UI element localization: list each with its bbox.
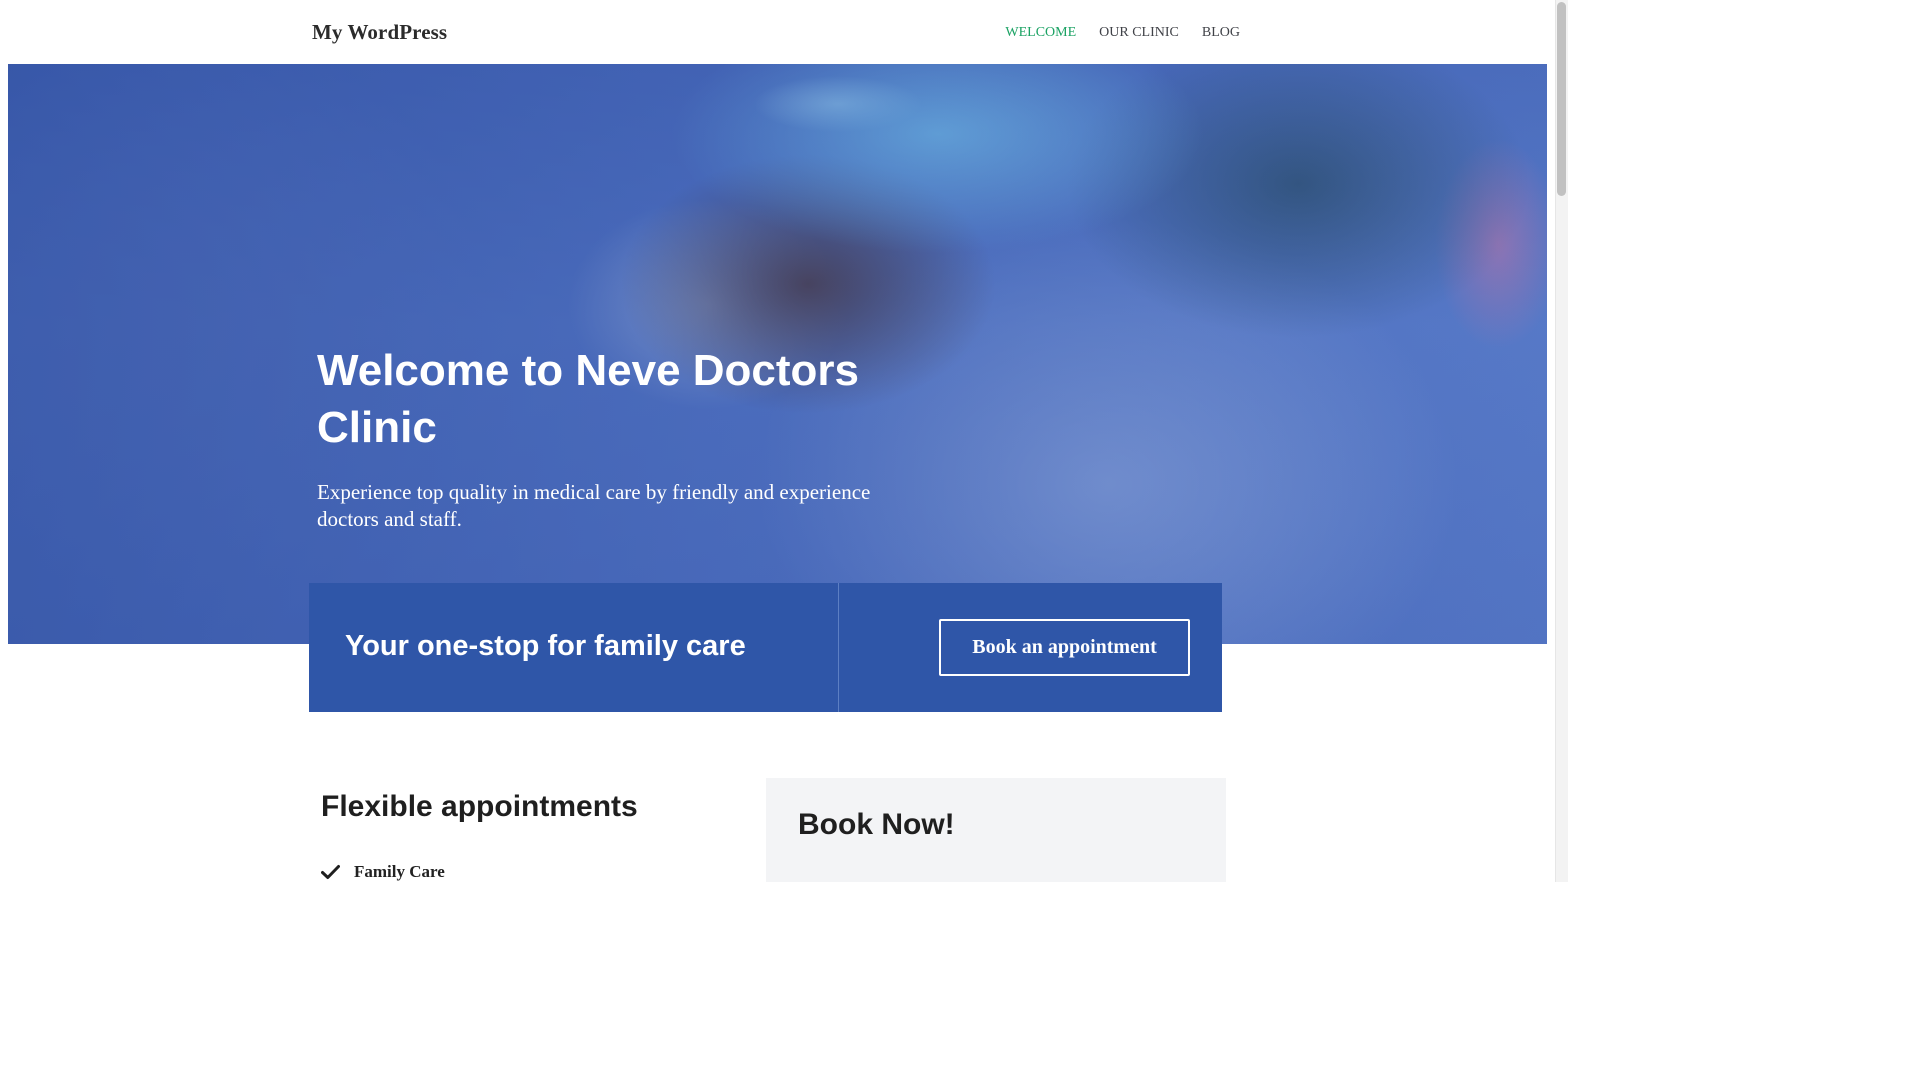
page: My WordPress WELCOME OUR CLINIC BLOG Wel…	[0, 0, 1568, 882]
hero-subtitle: Experience top quality in medical care b…	[317, 480, 871, 531]
feature-item-family-care: Family Care	[321, 862, 445, 882]
book-card-title: Book Now!	[798, 808, 955, 841]
hero-section: Welcome to Neve Doctors Clinic Experienc…	[8, 64, 1547, 644]
book-appointment-button[interactable]: Book an appointment	[939, 619, 1190, 676]
banner-divider	[838, 583, 839, 712]
features-title: Flexible appointments	[321, 790, 638, 823]
primary-nav: WELCOME OUR CLINIC BLOG	[1005, 25, 1240, 41]
feature-label: Family Care	[354, 862, 445, 881]
nav-item-our-clinic[interactable]: OUR CLINIC	[1099, 25, 1179, 41]
family-care-banner: Your one-stop for family care Book an ap…	[309, 583, 1222, 712]
nav-item-welcome[interactable]: WELCOME	[1005, 25, 1076, 41]
hero-title: Welcome to Neve Doctors Clinic	[317, 346, 860, 452]
banner-text: Your one-stop for family care	[345, 630, 746, 662]
nav-item-blog[interactable]: BLOG	[1202, 25, 1240, 41]
site-header: My WordPress WELCOME OUR CLINIC BLOG	[0, 0, 1555, 64]
scrollbar-thumb[interactable]	[1557, 2, 1566, 196]
check-icon	[321, 865, 340, 879]
book-now-card: Book Now!	[766, 778, 1226, 882]
site-title-link[interactable]: My WordPress	[312, 20, 447, 45]
